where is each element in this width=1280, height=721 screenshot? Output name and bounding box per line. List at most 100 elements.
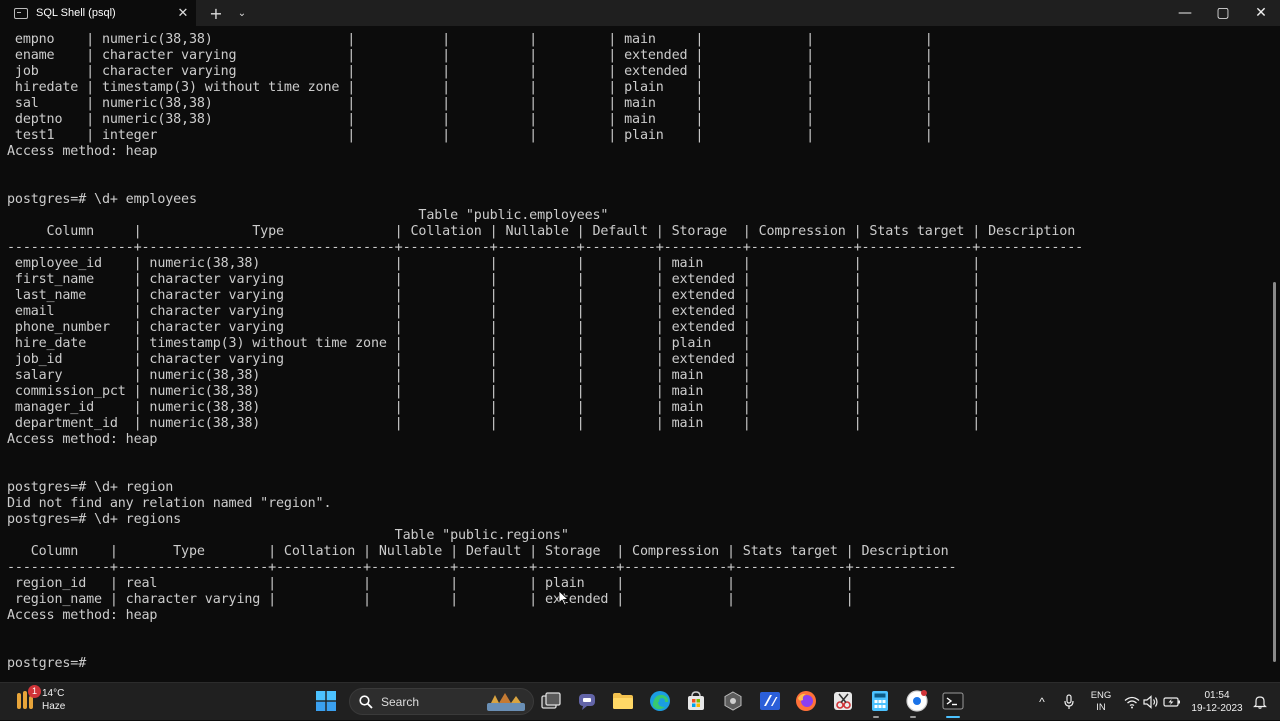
terminal-line: phone_number | character varying | | | |… — [7, 320, 981, 335]
terminal-line: ename | character varying | | | | extend… — [7, 48, 933, 63]
snipping-tool-button[interactable] — [831, 689, 855, 713]
active-app-indicator — [946, 716, 960, 718]
terminal-line: deptno | numeric(38,38) | | | | main | |… — [7, 112, 933, 127]
volume-button[interactable] — [1143, 683, 1159, 721]
vscode-like-button[interactable] — [758, 689, 782, 713]
terminal-line: first_name | character varying | | | | e… — [7, 272, 981, 287]
new-tab-button[interactable]: + — [196, 0, 236, 26]
chrome-icon — [906, 690, 928, 712]
calculator-button[interactable] — [868, 689, 892, 713]
search-label: Search — [381, 694, 420, 709]
snipping-tool-icon — [834, 692, 852, 710]
terminal-line: region_id | real | | | | plain | | | — [7, 576, 854, 591]
terminal-line: Did not find any relation named "region"… — [7, 496, 332, 511]
terminal-line: job_id | character varying | | | | exten… — [7, 352, 981, 367]
running-app-indicator — [873, 716, 879, 718]
terminal-line: ----------------+-----------------------… — [7, 240, 1084, 255]
terminal-line: commission_pct | numeric(38,38) | | | | … — [7, 384, 981, 399]
title-bar-drag-area[interactable] — [248, 0, 1166, 26]
folder-icon — [613, 693, 633, 709]
region-code: IN — [1096, 702, 1106, 713]
bell-icon — [1253, 696, 1267, 709]
microphone-button[interactable] — [1062, 683, 1076, 721]
close-button[interactable]: ✕ — [1242, 0, 1280, 26]
terminal-line: manager_id | numeric(38,38) | | | | main… — [7, 400, 981, 415]
weather-text: 14°C Haze — [42, 687, 65, 713]
start-button[interactable] — [314, 689, 338, 713]
terminal-line: postgres=# — [7, 656, 95, 671]
terminal-line: hiredate | timestamp(3) without time zon… — [7, 80, 933, 95]
taskbar-search-box[interactable]: Search — [349, 688, 534, 715]
scrollbar[interactable] — [1273, 282, 1276, 662]
firefox-button[interactable] — [794, 689, 818, 713]
tab-close-icon[interactable]: ✕ — [170, 6, 196, 21]
terminal-taskbar-button[interactable] — [941, 689, 965, 713]
terminal-line: region_name | character varying | | | | … — [7, 592, 854, 607]
terminal-line: Column | Type | Collation | Nullable | D… — [7, 224, 1076, 239]
microphone-icon — [1064, 694, 1074, 709]
maximize-button[interactable]: ▢ — [1204, 0, 1242, 26]
windows-logo-icon — [316, 691, 336, 711]
language-code: ENG — [1090, 690, 1112, 701]
battery-charging-icon — [1163, 697, 1180, 707]
terminal-line: Access method: heap — [7, 144, 158, 159]
tray-overflow-chevron-icon[interactable]: ^ — [1034, 683, 1050, 721]
wifi-icon — [1124, 696, 1140, 708]
edge-button[interactable] — [648, 689, 672, 713]
system-clock[interactable]: 01:54 19-12-2023 — [1186, 683, 1248, 721]
task-view-button[interactable] — [539, 689, 563, 713]
terminal-line: email | character varying | | | | extend… — [7, 304, 981, 319]
terminal-line: sal | numeric(38,38) | | | | main | | | — [7, 96, 933, 111]
language-indicator[interactable]: ENG IN — [1088, 683, 1114, 721]
search-highlight-icon — [487, 692, 525, 711]
tab-dropdown-icon[interactable]: ⌄ — [236, 0, 248, 26]
edge-browser-icon — [650, 691, 670, 711]
notification-badge: 1 — [28, 685, 41, 698]
notification-center-button[interactable] — [1252, 683, 1268, 721]
file-explorer-button[interactable] — [611, 689, 635, 713]
title-bar: SQL Shell (psql) ✕ + ⌄ — ▢ ✕ — [0, 0, 1280, 26]
temperature: 14°C — [42, 688, 65, 699]
teams-chat-button[interactable] — [575, 689, 599, 713]
terminal-line: department_id | numeric(38,38) | | | | m… — [7, 416, 981, 431]
terminal-line: hire_date | timestamp(3) without time zo… — [7, 336, 981, 351]
settings-app-button[interactable] — [721, 689, 745, 713]
wifi-button[interactable] — [1124, 683, 1140, 721]
speaker-icon — [1143, 695, 1158, 709]
terminal-icon — [14, 7, 28, 19]
taskbar: 1 14°C Haze Search ^ ENG IN 01:54 19-12-… — [0, 682, 1280, 720]
clock-time: 01:54 — [1204, 690, 1230, 701]
terminal-line: empno | numeric(38,38) | | | | main | | … — [7, 32, 933, 47]
terminal-line: Table "public.regions" — [7, 528, 569, 543]
terminal-line: test1 | integer | | | | plain | | | — [7, 128, 933, 143]
tab-sql-shell[interactable]: SQL Shell (psql) ✕ — [0, 0, 196, 26]
weather-icon: 1 — [14, 685, 41, 712]
mouse-cursor-icon — [558, 590, 570, 606]
terminal-line: Column | Type | Collation | Nullable | D… — [7, 544, 949, 559]
weather-widget[interactable]: 1 14°C Haze — [14, 685, 65, 713]
terminal-line: postgres=# \d+ regions — [7, 512, 182, 527]
terminal-line: Table "public.employees" — [7, 208, 609, 223]
terminal-line: postgres=# \d+ region — [7, 480, 174, 495]
terminal-line: last_name | character varying | | | | ex… — [7, 288, 981, 303]
weather-condition: Haze — [42, 701, 66, 712]
terminal-line: job | character varying | | | | extended… — [7, 64, 933, 79]
battery-button[interactable] — [1163, 683, 1181, 721]
calculator-icon — [872, 691, 888, 711]
chrome-button[interactable] — [905, 689, 929, 713]
clock-date: 19-12-2023 — [1191, 703, 1243, 714]
tab-title: SQL Shell (psql) — [36, 7, 116, 19]
running-app-indicator — [910, 716, 916, 718]
terminal-output[interactable]: empno | numeric(38,38) | | | | main | | … — [7, 32, 1273, 682]
terminal-app-icon — [942, 692, 964, 710]
search-icon — [359, 694, 373, 709]
terminal-line: employee_id | numeric(38,38) | | | | mai… — [7, 256, 981, 271]
hexagon-app-icon — [724, 691, 742, 711]
store-button[interactable] — [684, 689, 708, 713]
minimize-button[interactable]: — — [1166, 0, 1204, 26]
